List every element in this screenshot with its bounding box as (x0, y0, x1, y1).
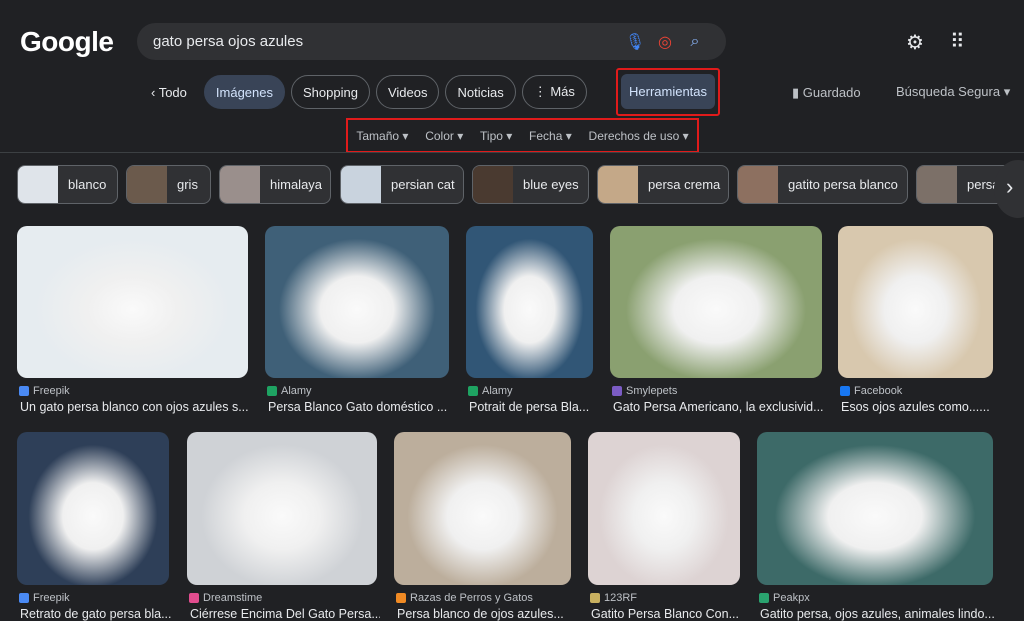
gear-icon[interactable]: ⚙ (906, 30, 924, 55)
result-title[interactable]: Persa blanco de ojos azules... (397, 607, 574, 621)
chip-label: persa crema (648, 177, 721, 192)
google-logo[interactable]: Google (20, 26, 114, 58)
chip-thumbnail (341, 166, 381, 203)
suggestion-chip[interactable]: persian cat (340, 165, 464, 204)
tab-noticias[interactable]: Noticias (445, 75, 516, 109)
result-title[interactable]: Gatito Persa Blanco Con... (591, 607, 743, 621)
result-title[interactable]: Un gato persa blanco con ojos azules s..… (20, 400, 251, 414)
result-image[interactable] (187, 432, 377, 585)
search-icon[interactable]: ⌕ (680, 33, 710, 51)
saved-label: Guardado (802, 85, 861, 100)
suggestion-chip[interactable]: himalaya (219, 165, 331, 204)
tab-todo[interactable]: ‹ Todo (140, 75, 198, 109)
result-image[interactable] (588, 432, 740, 585)
result-image[interactable] (17, 432, 169, 585)
chip-thumbnail (220, 166, 260, 203)
safe-search-button[interactable]: Búsqueda Segura ▾ (896, 84, 1010, 100)
result-image[interactable] (838, 226, 993, 378)
chip-label: himalaya (270, 177, 323, 192)
filter-rights[interactable]: Derechos de uso ▾ (589, 129, 689, 143)
chip-label: blanco (68, 177, 107, 192)
result-image[interactable] (757, 432, 993, 585)
source-favicon (840, 386, 850, 396)
tools-button[interactable]: Herramientas (621, 74, 716, 109)
chip-thumbnail (598, 166, 638, 203)
result-source[interactable]: Freepik (19, 592, 70, 604)
result-image[interactable] (394, 432, 571, 585)
result-source[interactable]: Razas de Perros y Gatos (396, 592, 533, 604)
source-name: Smylepets (626, 385, 678, 397)
chip-label: gatito persa blanco (788, 177, 898, 192)
source-favicon (468, 386, 478, 396)
source-name: Dreamstime (203, 592, 263, 604)
mic-icon[interactable]: 🎙 (620, 32, 650, 52)
tab-shopping[interactable]: Shopping (291, 75, 370, 109)
chip-thumbnail (738, 166, 778, 203)
tab-imagenes[interactable]: Imágenes (203, 75, 285, 109)
source-favicon (267, 386, 277, 396)
result-image[interactable] (466, 226, 593, 378)
chip-label: blue eyes (523, 177, 579, 192)
result-image[interactable] (610, 226, 822, 378)
suggestion-chip[interactable]: persa crema (597, 165, 729, 204)
chip-label: persian cat (391, 177, 455, 192)
result-source[interactable]: Alamy (468, 385, 513, 397)
result-image[interactable] (265, 226, 449, 378)
source-favicon (612, 386, 622, 396)
result-title[interactable]: Retrato de gato persa bla... (20, 607, 172, 621)
filters-bar: Tamaño ▾ Color ▾ Tipo ▾ Fecha ▾ Derechos… (346, 118, 699, 153)
chip-thumbnail (473, 166, 513, 203)
tab-videos[interactable]: Videos (375, 75, 440, 109)
source-name: Razas de Perros y Gatos (410, 592, 533, 604)
search-tabs: ‹ Todo Imágenes Shopping Videos Noticias… (140, 75, 587, 109)
filter-type[interactable]: Tipo ▾ (480, 129, 512, 143)
result-title[interactable]: Gato Persa Americano, la exclusivid... (613, 400, 825, 414)
suggestion-chip[interactable]: gris (126, 165, 211, 204)
source-name: Alamy (281, 385, 312, 397)
source-favicon (19, 386, 29, 396)
divider (0, 152, 1024, 153)
source-name: Freepik (33, 592, 70, 604)
chip-label: gris (177, 177, 198, 192)
tab-mas[interactable]: ⋮ Más (521, 75, 587, 109)
source-favicon (189, 593, 199, 603)
apps-grid-icon[interactable]: ⠿ (950, 29, 965, 54)
source-name: Freepik (33, 385, 70, 397)
search-input[interactable]: gato persa ojos azules (153, 33, 620, 50)
result-source[interactable]: Facebook (840, 385, 902, 397)
source-name: 123RF (604, 592, 638, 604)
filter-size[interactable]: Tamaño ▾ (356, 129, 408, 143)
source-name: Peakpx (773, 592, 810, 604)
result-title[interactable]: Gatito persa, ojos azules, animales lind… (760, 607, 996, 621)
result-source[interactable]: 123RF (590, 592, 637, 604)
result-source[interactable]: Alamy (267, 385, 312, 397)
filter-color[interactable]: Color ▾ (425, 129, 463, 143)
chip-thumbnail (127, 166, 167, 203)
chip-thumbnail (917, 166, 957, 203)
source-favicon (19, 593, 29, 603)
suggestion-chip[interactable]: blue eyes (472, 165, 589, 204)
result-source[interactable]: Peakpx (759, 592, 810, 604)
result-title[interactable]: Ciérrese Encima Del Gato Persa... (190, 607, 380, 621)
source-name: Facebook (854, 385, 903, 397)
suggestion-chip[interactable]: blanco (17, 165, 118, 204)
lens-icon[interactable]: ◎ (650, 32, 680, 52)
source-favicon (590, 593, 600, 603)
result-title[interactable]: Potrait de persa Bla... (469, 400, 596, 414)
chip-thumbnail (18, 166, 58, 203)
result-image[interactable] (17, 226, 248, 378)
suggestion-chip[interactable]: gatito persa blanco (737, 165, 908, 204)
result-title[interactable]: Esos ojos azules como...... (841, 400, 996, 414)
result-source[interactable]: Dreamstime (189, 592, 262, 604)
filter-date[interactable]: Fecha ▾ (529, 129, 572, 143)
source-favicon (396, 593, 406, 603)
result-title[interactable]: Persa Blanco Gato doméstico ... (268, 400, 452, 414)
result-source[interactable]: Freepik (19, 385, 70, 397)
saved-link[interactable]: ▮ Guardado (792, 85, 861, 101)
source-name: Alamy (482, 385, 513, 397)
result-source[interactable]: Smylepets (612, 385, 677, 397)
search-box[interactable]: gato persa ojos azules 🎙 ◎ ⌕ (137, 23, 726, 60)
source-favicon (759, 593, 769, 603)
